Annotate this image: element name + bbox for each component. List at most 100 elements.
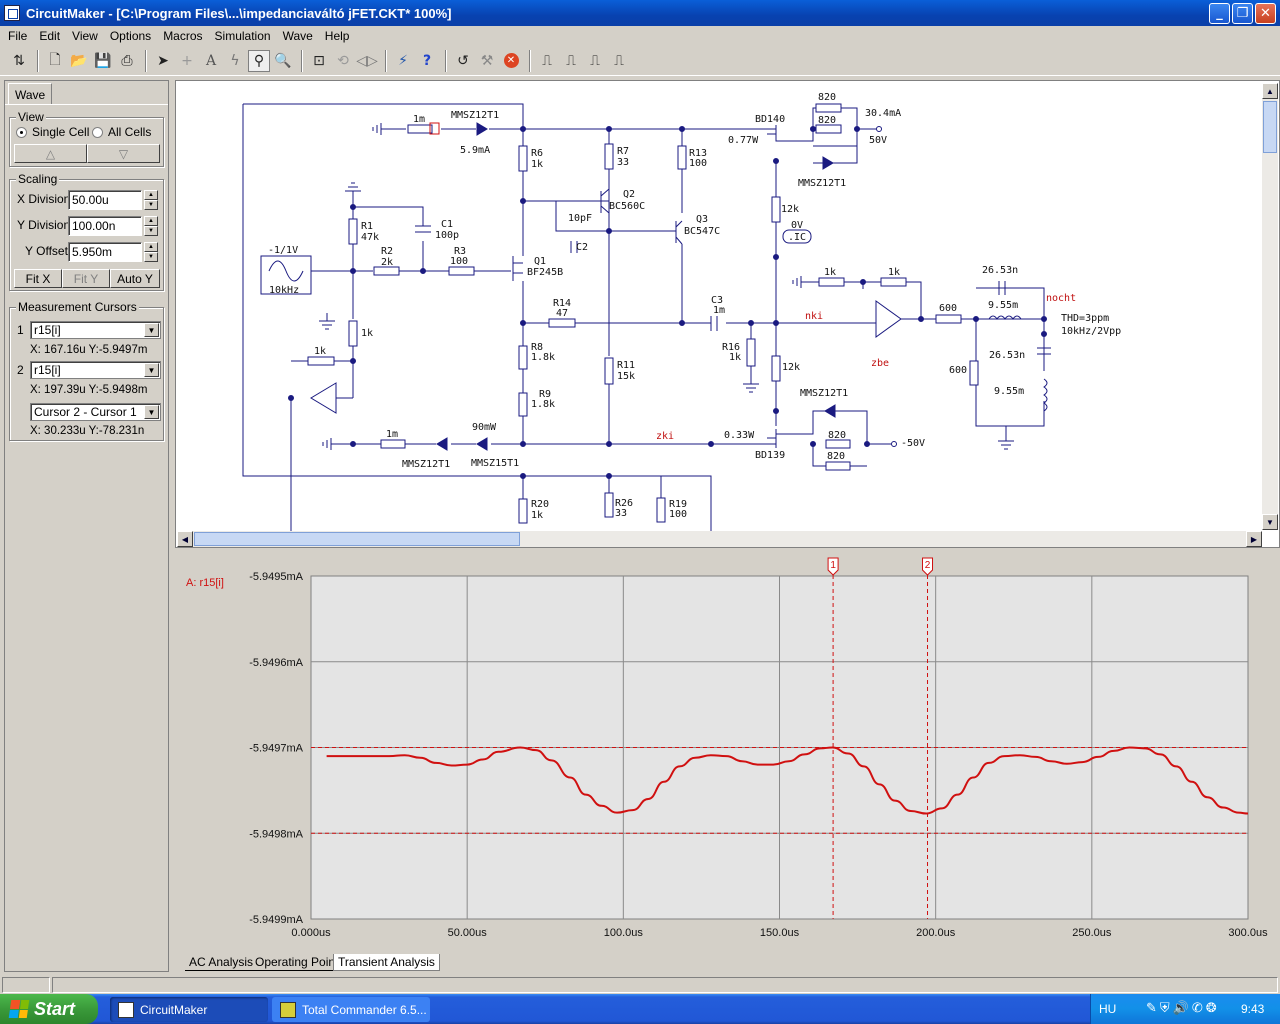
arrow-icon[interactable]: ➤ <box>152 50 174 72</box>
svg-text:1.8k: 1.8k <box>531 352 555 363</box>
svg-text:26.53n: 26.53n <box>982 265 1018 276</box>
status-bar <box>0 976 1280 994</box>
rotate-icon[interactable]: ⟲ <box>332 50 354 72</box>
menu-view[interactable]: View <box>66 29 104 43</box>
svg-text:5.9mA: 5.9mA <box>460 145 490 156</box>
svg-text:1k: 1k <box>888 267 900 278</box>
horizontal-scroll-thumb[interactable] <box>194 532 520 546</box>
language-indicator[interactable]: HU <box>1099 1002 1116 1016</box>
x-division-label: X Division <box>17 192 71 206</box>
cell-up-button[interactable]: △ <box>14 144 87 163</box>
restore-button[interactable]: ❐ <box>1232 3 1253 24</box>
cell-down-button[interactable]: ▽ <box>87 144 160 163</box>
scroll-up-icon[interactable]: ▲ <box>1262 83 1278 99</box>
run-icon[interactable]: ⚡ <box>392 50 414 72</box>
fault-icon[interactable]: ⚒ <box>476 50 498 72</box>
x-tick-label: 100.0us <box>604 927 644 939</box>
schematic-canvas[interactable]: MMSZ12T1 1m 5.9mA R6 1k R7 33 R13 100 BD140… <box>175 80 1280 548</box>
schematic-horizontal-scrollbar[interactable]: ◀ ▶ <box>177 531 1262 547</box>
svg-text:zbe: zbe <box>871 358 889 369</box>
view-group-title: View <box>16 110 46 124</box>
svg-text:R7: R7 <box>617 146 629 157</box>
wire-icon[interactable]: + <box>176 50 198 72</box>
fit-x-button[interactable]: Fit X <box>14 269 62 288</box>
start-button[interactable]: Start <box>0 994 98 1024</box>
scaling-group-title: Scaling <box>16 172 60 186</box>
all-cells-radio[interactable]: All Cells <box>92 125 151 139</box>
system-tray: HU ✎⛨🔊✆❂ 9:43 <box>1090 994 1280 1024</box>
svg-text:90mW: 90mW <box>472 422 497 433</box>
cursor-diff-select[interactable]: Cursor 2 - Cursor 1 ▼ <box>30 403 161 421</box>
cursor1-signal-select[interactable]: r15[i] ▼ <box>30 321 161 339</box>
close-button[interactable]: ✕ <box>1255 3 1276 24</box>
cursor2-number: 2 <box>17 363 24 377</box>
open-icon[interactable]: 📂 <box>68 50 90 72</box>
scroll-right-icon[interactable]: ▶ <box>1246 531 1262 547</box>
grounds <box>319 123 1014 450</box>
menu-macros[interactable]: Macros <box>157 29 208 43</box>
y-division-spinner[interactable]: ▲ ▼ <box>144 216 158 236</box>
save-icon[interactable]: 💾 <box>92 50 114 72</box>
wave4-icon[interactable]: ⎍ <box>608 50 630 72</box>
app-icon[interactable] <box>4 5 20 21</box>
menu-options[interactable]: Options <box>104 29 157 43</box>
schematic-labels: MMSZ12T1 1m 5.9mA R61k R733 R13100 BD140… <box>268 92 1121 521</box>
task-circuitmaker[interactable]: CircuitMaker <box>110 997 268 1022</box>
wave2-icon[interactable]: ⎍ <box>560 50 582 72</box>
menu-edit[interactable]: Edit <box>33 29 66 43</box>
tray-icons[interactable]: ✎⛨🔊✆❂ <box>1146 1001 1220 1016</box>
y-offset-field[interactable]: 5.950m <box>68 242 142 262</box>
cursor2-signal-select[interactable]: r15[i] ▼ <box>30 361 161 379</box>
minimize-button[interactable]: _ <box>1209 3 1230 24</box>
menu-simulation[interactable]: Simulation <box>209 29 277 43</box>
tab-wave[interactable]: Wave <box>8 83 52 105</box>
single-cell-radio[interactable]: Single Cell <box>16 125 89 139</box>
new-icon[interactable]: 🗋 <box>44 50 66 72</box>
probe-icon[interactable]: ϟ <box>224 50 246 72</box>
zoom-fit-icon[interactable]: ⊡ <box>308 50 330 72</box>
waveform-view[interactable]: A: r15[i] -5.9495mA -5.9496mA -5.9497mA -5.… <box>175 550 1280 950</box>
x-division-spinner[interactable]: ▲ ▼ <box>144 190 158 210</box>
y-offset-spinner[interactable]: ▲ ▼ <box>144 242 158 262</box>
print-icon[interactable]: ⎙ <box>116 50 138 72</box>
scroll-down-icon[interactable]: ▼ <box>1262 514 1278 530</box>
vertical-scroll-thumb[interactable] <box>1263 101 1277 153</box>
wave1-icon[interactable]: ⎍ <box>536 50 558 72</box>
tab-ac-analysis[interactable]: AC Analysis <box>185 954 258 971</box>
stop-icon[interactable]: ✕ <box>500 50 522 72</box>
svg-text:12k: 12k <box>782 362 800 373</box>
svg-text:MMSZ12T1: MMSZ12T1 <box>800 388 848 399</box>
menu-help[interactable]: Help <box>319 29 356 43</box>
fit-y-button[interactable]: Fit Y <box>62 269 110 288</box>
svg-text:BD139: BD139 <box>755 450 785 461</box>
zoom-icon[interactable]: 🔍 <box>272 50 294 72</box>
svg-text:MMSZ12T1: MMSZ12T1 <box>451 110 499 121</box>
scope-probe-icon[interactable]: ⚲ <box>248 49 270 72</box>
svg-text:47: 47 <box>556 308 568 319</box>
menu-wave[interactable]: Wave <box>277 29 319 43</box>
svg-text:820: 820 <box>818 92 836 103</box>
tab-transient-analysis[interactable]: Transient Analysis <box>333 954 440 971</box>
svg-text:C2: C2 <box>576 242 588 253</box>
svg-text:600: 600 <box>949 365 967 376</box>
cursor1-readout: X: 167.16u Y:-5.9497m <box>30 344 148 356</box>
undo-icon[interactable]: ↺ <box>452 50 474 72</box>
wave3-icon[interactable]: ⎍ <box>584 50 606 72</box>
x-tick-labels: 0.000us 50.00us 100.0us 150.0us 200.0us 250.0… <box>291 927 1268 939</box>
text-icon[interactable]: A <box>200 50 222 72</box>
cursor-label: 1 <box>830 560 836 571</box>
schematic-vertical-scrollbar[interactable]: ▲ ▼ <box>1262 83 1278 530</box>
x-division-field[interactable]: 50.00u <box>68 190 142 210</box>
switch-icon[interactable]: ⇅ <box>8 50 30 72</box>
tab-operating-point[interactable]: Operating Point <box>251 954 343 971</box>
help-icon[interactable]: ? <box>416 50 438 72</box>
svg-text:R2: R2 <box>381 246 393 257</box>
scroll-left-icon[interactable]: ◀ <box>177 531 193 547</box>
menu-file[interactable]: File <box>2 29 33 43</box>
status-cell-1 <box>2 977 50 993</box>
y-division-field[interactable]: 100.00n <box>68 216 142 236</box>
taskbar: Start CircuitMaker Total Commander 6.5..… <box>0 994 1280 1024</box>
auto-y-button[interactable]: Auto Y <box>110 269 160 288</box>
task-total-commander[interactable]: Total Commander 6.5... <box>272 997 430 1022</box>
mirror-icon[interactable]: ◁▷ <box>356 50 378 72</box>
